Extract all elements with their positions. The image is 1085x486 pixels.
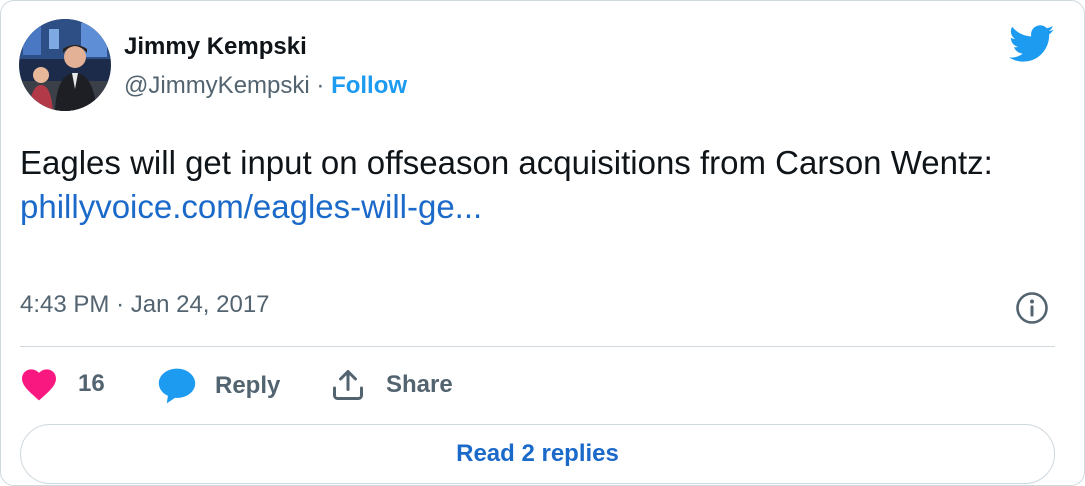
avatar-image: [19, 19, 111, 111]
like-button[interactable]: 16: [20, 367, 105, 401]
like-count: 16: [78, 370, 105, 397]
handle-separator: ·: [316, 72, 325, 99]
tweet-card: Jimmy Kempski @JimmyKempski · Follow Eag…: [0, 0, 1085, 486]
twitter-bird-icon[interactable]: [1008, 25, 1055, 65]
info-icon[interactable]: [1015, 291, 1049, 325]
follow-button[interactable]: Follow: [331, 72, 407, 99]
speech-bubble-icon: [158, 368, 196, 404]
author-name[interactable]: Jimmy Kempski: [124, 33, 307, 61]
share-label: Share: [386, 371, 453, 398]
reply-label: Reply: [215, 372, 281, 399]
tweet-text: Eagles will get input on offseason acqui…: [20, 144, 993, 181]
reply-button[interactable]: Reply: [157, 367, 280, 405]
author-handle[interactable]: @JimmyKempski: [124, 72, 310, 99]
tweet-body: Eagles will get input on offseason acqui…: [20, 141, 1050, 229]
timestamp-separator: ·: [116, 291, 125, 318]
read-replies-button[interactable]: Read 2 replies: [20, 424, 1055, 484]
share-upload-icon: [333, 370, 363, 400]
tweet-time: 4:43 PM: [20, 291, 110, 318]
share-button[interactable]: Share: [330, 367, 453, 403]
tweet-timestamp[interactable]: 4:43 PM · Jan 24, 2017: [20, 291, 270, 319]
divider: [20, 346, 1055, 347]
heart-icon: [22, 369, 56, 401]
author-handle-row: @JimmyKempski · Follow: [124, 72, 407, 100]
tweet-link[interactable]: phillyvoice.com/eagles-will-ge...: [20, 185, 482, 229]
avatar[interactable]: [19, 19, 111, 111]
tweet-date: Jan 24, 2017: [130, 291, 270, 318]
